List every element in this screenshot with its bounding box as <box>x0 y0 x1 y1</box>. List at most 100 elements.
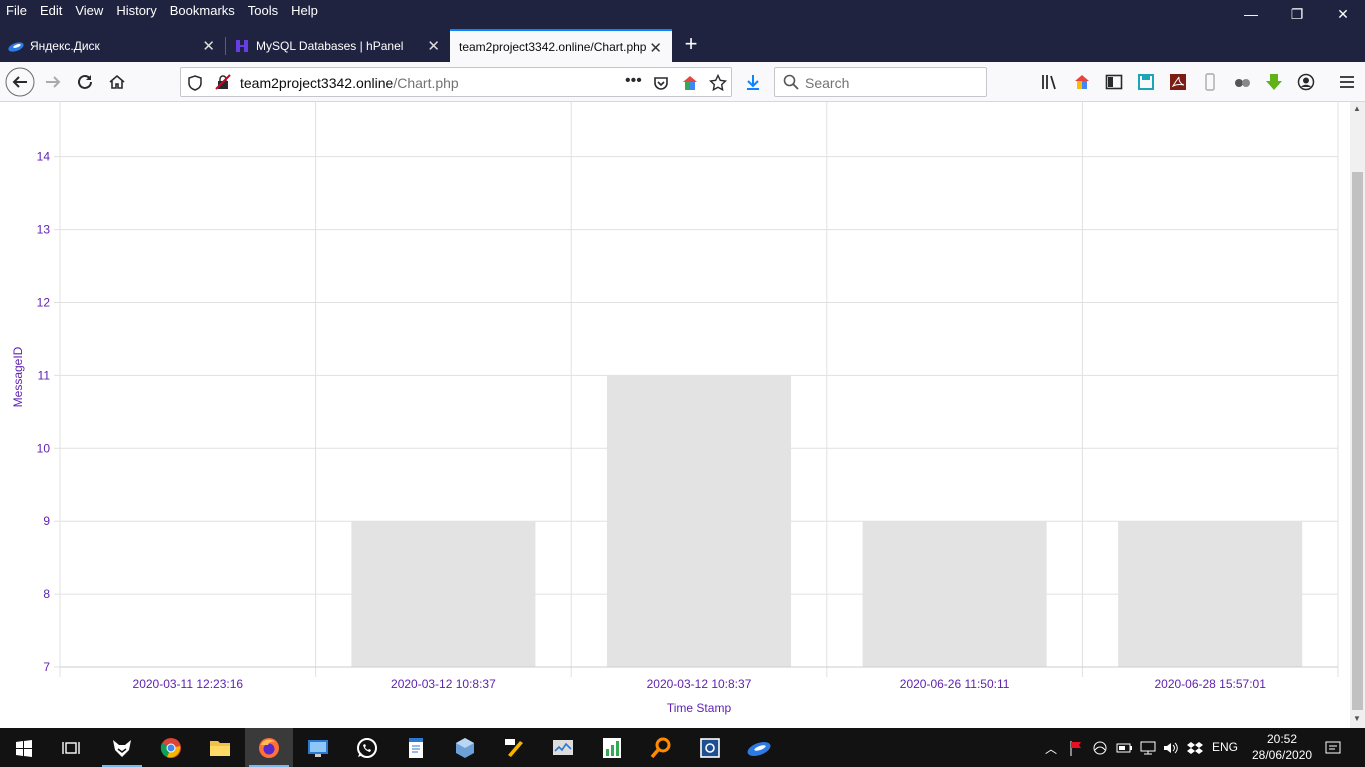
close-tab-icon[interactable]: ✕ <box>649 39 662 57</box>
battery-icon[interactable] <box>1116 740 1132 756</box>
page-actions-icon[interactable]: ••• <box>625 72 642 90</box>
taskbar-virtualbox[interactable] <box>441 728 489 767</box>
menu-file[interactable]: File <box>0 0 34 22</box>
taskbar-tools[interactable] <box>490 728 538 767</box>
chart-bar[interactable] <box>862 521 1047 667</box>
taskbar-task-manager[interactable] <box>539 728 587 767</box>
remote-desktop-icon <box>308 739 328 757</box>
tab-chart-php[interactable]: team2project3342.online/Chart.php ✕ <box>450 29 672 62</box>
menu-help[interactable]: Help <box>285 0 325 22</box>
taskbar-yandex-disk[interactable] <box>735 728 783 767</box>
home-addon-icon[interactable] <box>1073 73 1091 91</box>
file-explorer-icon <box>210 740 230 756</box>
taskbar-file-explorer[interactable] <box>196 728 244 767</box>
y-tick-label: 7 <box>43 660 50 674</box>
menu-tools[interactable]: Tools <box>242 0 285 22</box>
dropbox-icon[interactable] <box>1187 740 1203 756</box>
downloads-icon[interactable] <box>744 73 762 91</box>
home-extension-icon[interactable] <box>681 74 699 92</box>
tab-title: MySQL Databases | hPanel <box>256 38 404 53</box>
download-helper-icon[interactable] <box>1265 73 1283 91</box>
address-bar[interactable]: team2project3342.online/Chart.php ••• <box>180 67 732 97</box>
close-tab-icon[interactable]: ✕ <box>427 37 440 55</box>
start-button[interactable] <box>0 728 48 767</box>
y-tick-label: 9 <box>43 514 50 528</box>
scroll-down-icon[interactable]: ▼ <box>1353 714 1361 723</box>
reload-button[interactable] <box>70 67 100 97</box>
tray-network-alert-icon[interactable] <box>1092 740 1108 756</box>
sidebar-icon[interactable] <box>1105 73 1123 91</box>
pocket-icon[interactable] <box>653 75 669 91</box>
tray-flag-icon[interactable] <box>1068 740 1084 756</box>
url-text[interactable]: team2project3342.online/Chart.php <box>240 75 459 91</box>
menu-history[interactable]: History <box>110 0 163 22</box>
menu-view[interactable]: View <box>69 0 110 22</box>
firefox-icon <box>259 737 279 758</box>
vertical-scrollbar[interactable]: ▲ ▼ <box>1350 102 1365 728</box>
menu-edit[interactable]: Edit <box>34 0 69 22</box>
clock-date[interactable]: 28/06/2020 <box>1252 748 1312 762</box>
settings-app-icon <box>700 737 720 758</box>
bookmark-star-icon[interactable] <box>709 74 727 92</box>
taskbar-fox-app[interactable] <box>98 728 146 767</box>
y-tick-label: 12 <box>37 295 51 309</box>
taskbar-chrome[interactable] <box>147 728 195 767</box>
bar-chart: 7 8 9 10 11 12 13 14 2020-03-11 12:23:16 2020-03-… <box>11 102 1339 715</box>
restore-button[interactable]: ❐ <box>1274 0 1320 28</box>
y-tick-label: 10 <box>37 441 51 455</box>
navigation-toolbar: team2project3342.online/Chart.php ••• Se… <box>0 62 1365 102</box>
volume-icon[interactable] <box>1163 740 1179 756</box>
language-indicator[interactable]: ENG <box>1212 740 1238 754</box>
back-arrow-icon <box>5 67 35 97</box>
hamburger-menu-icon[interactable] <box>1338 73 1356 91</box>
taskbar-whatsapp[interactable] <box>343 728 391 767</box>
taskbar-spreadsheet[interactable] <box>588 728 636 767</box>
x-tick-label: 2020-03-12 10:8:37 <box>647 677 752 691</box>
account-icon[interactable] <box>1297 73 1315 91</box>
chart-bar[interactable] <box>1118 521 1303 667</box>
pdf-icon[interactable] <box>1169 73 1187 91</box>
taskbar-settings-app[interactable] <box>686 728 734 767</box>
taskbar-firefox[interactable] <box>245 728 293 767</box>
chart-bar[interactable] <box>351 521 536 667</box>
library-icon[interactable] <box>1041 73 1059 91</box>
new-tab-icon[interactable]: + <box>680 31 702 57</box>
extension-glasses-icon[interactable] <box>1233 73 1251 91</box>
notifications-icon[interactable] <box>1325 740 1341 756</box>
taskbar-remote-desktop[interactable] <box>294 728 342 767</box>
mobile-device-icon[interactable] <box>1201 73 1219 91</box>
scrollbar-thumb[interactable] <box>1352 172 1363 710</box>
home-icon <box>109 74 125 89</box>
spreadsheet-icon <box>603 737 621 758</box>
tracking-shield-icon[interactable] <box>188 75 202 91</box>
home-button[interactable] <box>102 67 132 97</box>
menu-bookmarks[interactable]: Bookmarks <box>164 0 242 22</box>
task-view-button[interactable] <box>47 728 95 767</box>
save-page-icon[interactable] <box>1137 73 1155 91</box>
taskbar-search-tool[interactable] <box>637 728 685 767</box>
close-tab-icon[interactable]: ✕ <box>202 37 215 55</box>
tab-strip: Яндекс.Диск ✕ MySQL Databases | hPanel ✕… <box>0 29 1365 62</box>
network-icon[interactable] <box>1140 740 1156 756</box>
search-input[interactable]: Search <box>774 67 987 97</box>
close-window-button[interactable]: ✕ <box>1320 0 1365 28</box>
x-tick-label: 2020-03-12 10:8:37 <box>391 677 496 691</box>
clock-time[interactable]: 20:52 <box>1260 732 1304 746</box>
scroll-up-icon[interactable]: ▲ <box>1353 104 1361 113</box>
x-axis-title: Time Stamp <box>667 701 732 715</box>
tab-hpanel[interactable]: MySQL Databases | hPanel ✕ <box>226 29 450 62</box>
tab-title: Яндекс.Диск <box>30 38 100 53</box>
search-placeholder: Search <box>805 75 850 91</box>
tray-expand-icon[interactable]: ︿ <box>1043 740 1059 756</box>
chart-bar[interactable] <box>606 375 792 667</box>
y-tick-label: 8 <box>43 587 50 601</box>
back-button[interactable] <box>5 67 35 97</box>
x-tick-label: 2020-06-28 15:57:01 <box>1154 677 1266 691</box>
tab-yandex-disk[interactable]: Яндекс.Диск ✕ <box>0 29 225 62</box>
taskbar-notepad[interactable] <box>392 728 440 767</box>
forward-button[interactable] <box>38 67 68 97</box>
forward-arrow-icon <box>46 76 61 88</box>
minimize-button[interactable]: — <box>1228 0 1274 28</box>
tools-icon <box>505 738 523 757</box>
insecure-lock-icon[interactable] <box>215 74 231 90</box>
